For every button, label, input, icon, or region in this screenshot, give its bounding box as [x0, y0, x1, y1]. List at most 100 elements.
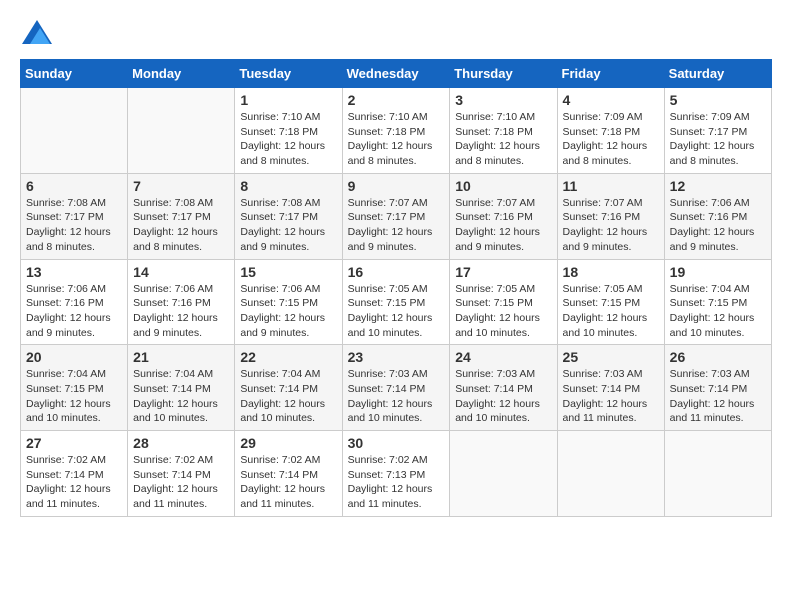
day-number: 3 [455, 92, 551, 108]
calendar-cell: 9 Sunrise: 7:07 AM Sunset: 7:17 PM Daylig… [342, 173, 450, 259]
calendar-cell: 6 Sunrise: 7:08 AM Sunset: 7:17 PM Daylig… [21, 173, 128, 259]
day-info: Sunrise: 7:05 AM Sunset: 7:15 PM Dayligh… [348, 282, 445, 341]
weekday-header: Tuesday [235, 60, 342, 88]
calendar-cell: 21Sunrise: 7:04 AM Sunset: 7:14 PM Dayli… [128, 345, 235, 431]
day-number: 26 [670, 349, 766, 365]
day-number: 12 [670, 178, 766, 194]
weekday-header: Friday [557, 60, 664, 88]
day-info: Sunrise: 7:02 AM Sunset: 7:14 PM Dayligh… [240, 453, 336, 512]
calendar-cell: 2 Sunrise: 7:10 AM Sunset: 7:18 PM Daylig… [342, 88, 450, 174]
day-number: 28 [133, 435, 229, 451]
calendar-cell: 10 Sunrise: 7:07 AM Sunset: 7:16 PM Dayli… [450, 173, 557, 259]
calendar-cell: 13 Sunrise: 7:06 AM Sunset: 7:16 PM Dayli… [21, 259, 128, 345]
day-info: Sunrise: 7:07 AM Sunset: 7:17 PM Dayligh… [348, 196, 445, 255]
day-number: 17 [455, 264, 551, 280]
day-info: Sunrise: 7:06 AM Sunset: 7:16 PM Dayligh… [670, 196, 766, 255]
day-number: 11 [563, 178, 659, 194]
day-info: Sunrise: 7:10 AM Sunset: 7:18 PM Dayligh… [240, 110, 336, 169]
day-info: Sunrise: 7:03 AM Sunset: 7:14 PM Dayligh… [563, 367, 659, 426]
day-number: 22 [240, 349, 336, 365]
calendar-cell: 20 Sunrise: 7:04 AM Sunset: 7:15 PM Dayli… [21, 345, 128, 431]
calendar-table: SundayMondayTuesdayWednesdayThursdayFrid… [20, 59, 772, 517]
day-number: 2 [348, 92, 445, 108]
day-info: Sunrise: 7:07 AM Sunset: 7:16 PM Dayligh… [455, 196, 551, 255]
calendar-week-row: 1Sunrise: 7:10 AM Sunset: 7:18 PM Daylig… [21, 88, 772, 174]
calendar-cell: 26 Sunrise: 7:03 AM Sunset: 7:14 PM Dayli… [664, 345, 771, 431]
day-number: 4 [563, 92, 659, 108]
day-number: 8 [240, 178, 336, 194]
calendar-cell: 16 Sunrise: 7:05 AM Sunset: 7:15 PM Dayli… [342, 259, 450, 345]
calendar-cell [128, 88, 235, 174]
calendar-cell: 30Sunrise: 7:02 AM Sunset: 7:13 PM Dayli… [342, 431, 450, 517]
calendar-cell: 1Sunrise: 7:10 AM Sunset: 7:18 PM Daylig… [235, 88, 342, 174]
calendar-cell: 4Sunrise: 7:09 AM Sunset: 7:18 PM Daylig… [557, 88, 664, 174]
day-number: 13 [26, 264, 122, 280]
day-number: 9 [348, 178, 445, 194]
weekday-header: Wednesday [342, 60, 450, 88]
calendar-cell: 22 Sunrise: 7:04 AM Sunset: 7:14 PM Dayli… [235, 345, 342, 431]
day-number: 21 [133, 349, 229, 365]
calendar-week-row: 27 Sunrise: 7:02 AM Sunset: 7:14 PM Dayli… [21, 431, 772, 517]
day-info: Sunrise: 7:05 AM Sunset: 7:15 PM Dayligh… [455, 282, 551, 341]
calendar-cell: 29 Sunrise: 7:02 AM Sunset: 7:14 PM Dayli… [235, 431, 342, 517]
calendar-cell: 27 Sunrise: 7:02 AM Sunset: 7:14 PM Dayli… [21, 431, 128, 517]
day-info: Sunrise: 7:04 AM Sunset: 7:15 PM Dayligh… [670, 282, 766, 341]
calendar-cell: 18 Sunrise: 7:05 AM Sunset: 7:15 PM Dayli… [557, 259, 664, 345]
day-number: 18 [563, 264, 659, 280]
day-number: 29 [240, 435, 336, 451]
day-info: Sunrise: 7:03 AM Sunset: 7:14 PM Dayligh… [670, 367, 766, 426]
day-info: Sunrise: 7:02 AM Sunset: 7:14 PM Dayligh… [26, 453, 122, 512]
calendar-cell: 17 Sunrise: 7:05 AM Sunset: 7:15 PM Dayli… [450, 259, 557, 345]
page-header [20, 20, 772, 49]
day-info: Sunrise: 7:08 AM Sunset: 7:17 PM Dayligh… [26, 196, 122, 255]
day-info: Sunrise: 7:06 AM Sunset: 7:16 PM Dayligh… [26, 282, 122, 341]
day-number: 30 [348, 435, 445, 451]
calendar-cell: 24Sunrise: 7:03 AM Sunset: 7:14 PM Dayli… [450, 345, 557, 431]
calendar-cell: 23Sunrise: 7:03 AM Sunset: 7:14 PM Dayli… [342, 345, 450, 431]
day-number: 25 [563, 349, 659, 365]
calendar-cell: 8 Sunrise: 7:08 AM Sunset: 7:17 PM Daylig… [235, 173, 342, 259]
day-number: 7 [133, 178, 229, 194]
logo-text [20, 20, 52, 49]
day-info: Sunrise: 7:08 AM Sunset: 7:17 PM Dayligh… [240, 196, 336, 255]
calendar-header-row: SundayMondayTuesdayWednesdayThursdayFrid… [21, 60, 772, 88]
day-info: Sunrise: 7:06 AM Sunset: 7:15 PM Dayligh… [240, 282, 336, 341]
weekday-header: Thursday [450, 60, 557, 88]
day-info: Sunrise: 7:10 AM Sunset: 7:18 PM Dayligh… [455, 110, 551, 169]
day-number: 6 [26, 178, 122, 194]
calendar-cell: 12 Sunrise: 7:06 AM Sunset: 7:16 PM Dayli… [664, 173, 771, 259]
day-info: Sunrise: 7:09 AM Sunset: 7:17 PM Dayligh… [670, 110, 766, 169]
day-info: Sunrise: 7:06 AM Sunset: 7:16 PM Dayligh… [133, 282, 229, 341]
calendar-week-row: 13 Sunrise: 7:06 AM Sunset: 7:16 PM Dayli… [21, 259, 772, 345]
day-info: Sunrise: 7:02 AM Sunset: 7:14 PM Dayligh… [133, 453, 229, 512]
day-number: 27 [26, 435, 122, 451]
day-number: 10 [455, 178, 551, 194]
day-info: Sunrise: 7:03 AM Sunset: 7:14 PM Dayligh… [348, 367, 445, 426]
calendar-cell: 19 Sunrise: 7:04 AM Sunset: 7:15 PM Dayli… [664, 259, 771, 345]
calendar-cell: 14Sunrise: 7:06 AM Sunset: 7:16 PM Dayli… [128, 259, 235, 345]
day-info: Sunrise: 7:05 AM Sunset: 7:15 PM Dayligh… [563, 282, 659, 341]
day-info: Sunrise: 7:10 AM Sunset: 7:18 PM Dayligh… [348, 110, 445, 169]
calendar-cell: 15 Sunrise: 7:06 AM Sunset: 7:15 PM Dayli… [235, 259, 342, 345]
day-number: 20 [26, 349, 122, 365]
day-info: Sunrise: 7:08 AM Sunset: 7:17 PM Dayligh… [133, 196, 229, 255]
day-info: Sunrise: 7:07 AM Sunset: 7:16 PM Dayligh… [563, 196, 659, 255]
day-number: 15 [240, 264, 336, 280]
calendar-cell: 5 Sunrise: 7:09 AM Sunset: 7:17 PM Daylig… [664, 88, 771, 174]
logo-icon [22, 20, 52, 44]
calendar-cell: 11 Sunrise: 7:07 AM Sunset: 7:16 PM Dayli… [557, 173, 664, 259]
day-info: Sunrise: 7:04 AM Sunset: 7:15 PM Dayligh… [26, 367, 122, 426]
day-info: Sunrise: 7:04 AM Sunset: 7:14 PM Dayligh… [240, 367, 336, 426]
calendar-cell [450, 431, 557, 517]
calendar-cell [21, 88, 128, 174]
day-number: 19 [670, 264, 766, 280]
calendar-cell: 7 Sunrise: 7:08 AM Sunset: 7:17 PM Daylig… [128, 173, 235, 259]
day-number: 16 [348, 264, 445, 280]
calendar-cell: 28 Sunrise: 7:02 AM Sunset: 7:14 PM Dayli… [128, 431, 235, 517]
day-number: 5 [670, 92, 766, 108]
day-number: 24 [455, 349, 551, 365]
calendar-week-row: 6 Sunrise: 7:08 AM Sunset: 7:17 PM Daylig… [21, 173, 772, 259]
calendar-week-row: 20 Sunrise: 7:04 AM Sunset: 7:15 PM Dayli… [21, 345, 772, 431]
calendar-cell: 3 Sunrise: 7:10 AM Sunset: 7:18 PM Daylig… [450, 88, 557, 174]
weekday-header: Monday [128, 60, 235, 88]
